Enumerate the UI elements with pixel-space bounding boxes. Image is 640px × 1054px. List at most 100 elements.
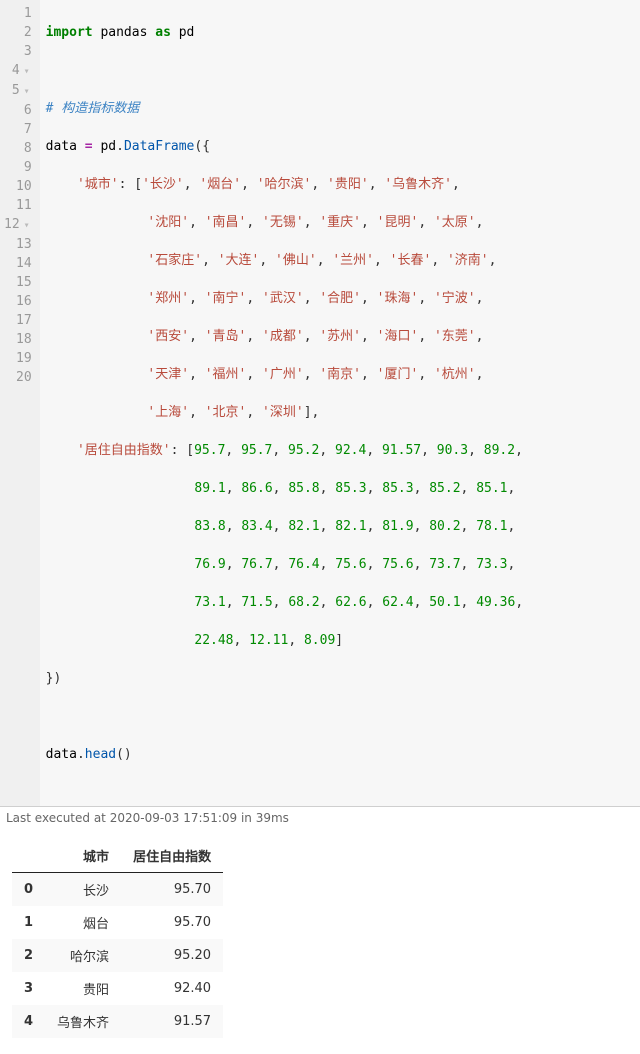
table-row: 3 贵阳 92.40	[12, 972, 223, 1005]
str: '沈阳'	[147, 215, 189, 230]
num: 68.2	[288, 595, 319, 610]
num: 76.4	[288, 557, 319, 572]
execution-status: Last executed at 2020-09-03 17:51:09 in …	[0, 807, 640, 831]
str: '长沙'	[142, 177, 184, 192]
num: 73.7	[429, 557, 460, 572]
row-index: 2	[12, 939, 45, 972]
fn-dataframe: DataFrame	[124, 139, 194, 154]
row-index: 3	[12, 972, 45, 1005]
num: 80.2	[429, 519, 460, 534]
num: 76.9	[194, 557, 225, 572]
table-row: 4 乌鲁木齐 91.57	[12, 1005, 223, 1038]
fn-head: head	[85, 747, 116, 762]
str: '郑州'	[147, 291, 189, 306]
num: 12.11	[249, 633, 288, 648]
cell-value: 95.20	[121, 939, 223, 972]
str: '东莞'	[434, 329, 476, 344]
table-row: 0 长沙 95.70	[12, 873, 223, 907]
str: '北京'	[205, 405, 247, 420]
str: '昆明'	[377, 215, 419, 230]
alias-pd: pd	[179, 25, 195, 40]
num: 73.3	[476, 557, 507, 572]
str: '烟台'	[199, 177, 241, 192]
str: '贵阳'	[327, 177, 369, 192]
str: '苏州'	[319, 329, 361, 344]
num: 91.57	[382, 443, 421, 458]
table-row: 1 烟台 95.70	[12, 906, 223, 939]
str: '哈尔滨'	[257, 177, 312, 192]
num: 85.3	[382, 481, 413, 496]
str: '济南'	[447, 253, 489, 268]
punc-close: })	[46, 671, 62, 686]
num: 83.8	[194, 519, 225, 534]
cell-city: 烟台	[45, 906, 121, 939]
kw-import: import	[46, 25, 93, 40]
col-header-index: 居住自由指数	[121, 839, 223, 873]
mod-pandas: pandas	[100, 25, 147, 40]
num: 83.4	[241, 519, 272, 534]
str: '西安'	[147, 329, 189, 344]
index-header	[12, 839, 45, 873]
fold-icon[interactable]: ▾	[22, 216, 32, 235]
str: '武汉'	[262, 291, 304, 306]
str: '福州'	[205, 367, 247, 382]
num: 62.4	[382, 595, 413, 610]
str: '长春'	[390, 253, 432, 268]
num: 89.2	[484, 443, 515, 458]
str: '兰州'	[332, 253, 374, 268]
fold-icon[interactable]: ▾	[22, 62, 32, 81]
punc: ({	[194, 139, 210, 154]
str: '南京'	[319, 367, 361, 382]
code-content[interactable]: import pandas as pd # 构造指标数据 data = pd.D…	[40, 0, 640, 806]
str: '石家庄'	[147, 253, 202, 268]
str: '天津'	[147, 367, 189, 382]
num: 95.7	[241, 443, 272, 458]
cell-city: 乌鲁木齐	[45, 1005, 121, 1038]
str: '杭州'	[434, 367, 476, 382]
code-editor[interactable]: 1 2 3 4▾ 5▾ 6 7 8 9 10 11 12▾ 13 14 15 1…	[0, 0, 640, 807]
num: 76.7	[241, 557, 272, 572]
str: '青岛'	[205, 329, 247, 344]
num: 89.1	[194, 481, 225, 496]
num: 49.36	[476, 595, 515, 610]
str: '重庆'	[319, 215, 361, 230]
num: 85.2	[429, 481, 460, 496]
line-gutter: 1 2 3 4▾ 5▾ 6 7 8 9 10 11 12▾ 13 14 15 1…	[0, 0, 40, 806]
str: '太原'	[434, 215, 476, 230]
key-index: '居住自由指数'	[77, 443, 171, 458]
str: '宁波'	[434, 291, 476, 306]
str: '珠海'	[377, 291, 419, 306]
num: 90.3	[437, 443, 468, 458]
str: '乌鲁木齐'	[384, 177, 452, 192]
num: 85.3	[335, 481, 366, 496]
str: '成都'	[262, 329, 304, 344]
num: 95.7	[194, 443, 225, 458]
cell-city: 哈尔滨	[45, 939, 121, 972]
str: '佛山'	[275, 253, 317, 268]
table-row: 2 哈尔滨 95.20	[12, 939, 223, 972]
var-data: data	[46, 139, 77, 154]
row-index: 1	[12, 906, 45, 939]
num: 85.8	[288, 481, 319, 496]
kw-as: as	[155, 25, 171, 40]
cell-value: 91.57	[121, 1005, 223, 1038]
str: '大连'	[218, 253, 260, 268]
num: 71.5	[241, 595, 272, 610]
punc: ]	[335, 633, 343, 648]
row-index: 0	[12, 873, 45, 907]
num: 82.1	[288, 519, 319, 534]
fold-icon[interactable]: ▾	[22, 82, 32, 101]
str: '上海'	[147, 405, 189, 420]
cell-city: 长沙	[45, 873, 121, 907]
num: 92.4	[335, 443, 366, 458]
num: 50.1	[429, 595, 460, 610]
var-data: data	[46, 747, 77, 762]
col-header-city: 城市	[45, 839, 121, 873]
punc-paren: ()	[116, 747, 132, 762]
cell-value: 92.40	[121, 972, 223, 1005]
str: '厦门'	[377, 367, 419, 382]
op-eq: =	[85, 139, 93, 154]
str: '深圳'	[262, 405, 304, 420]
num: 78.1	[476, 519, 507, 534]
num: 85.1	[476, 481, 507, 496]
